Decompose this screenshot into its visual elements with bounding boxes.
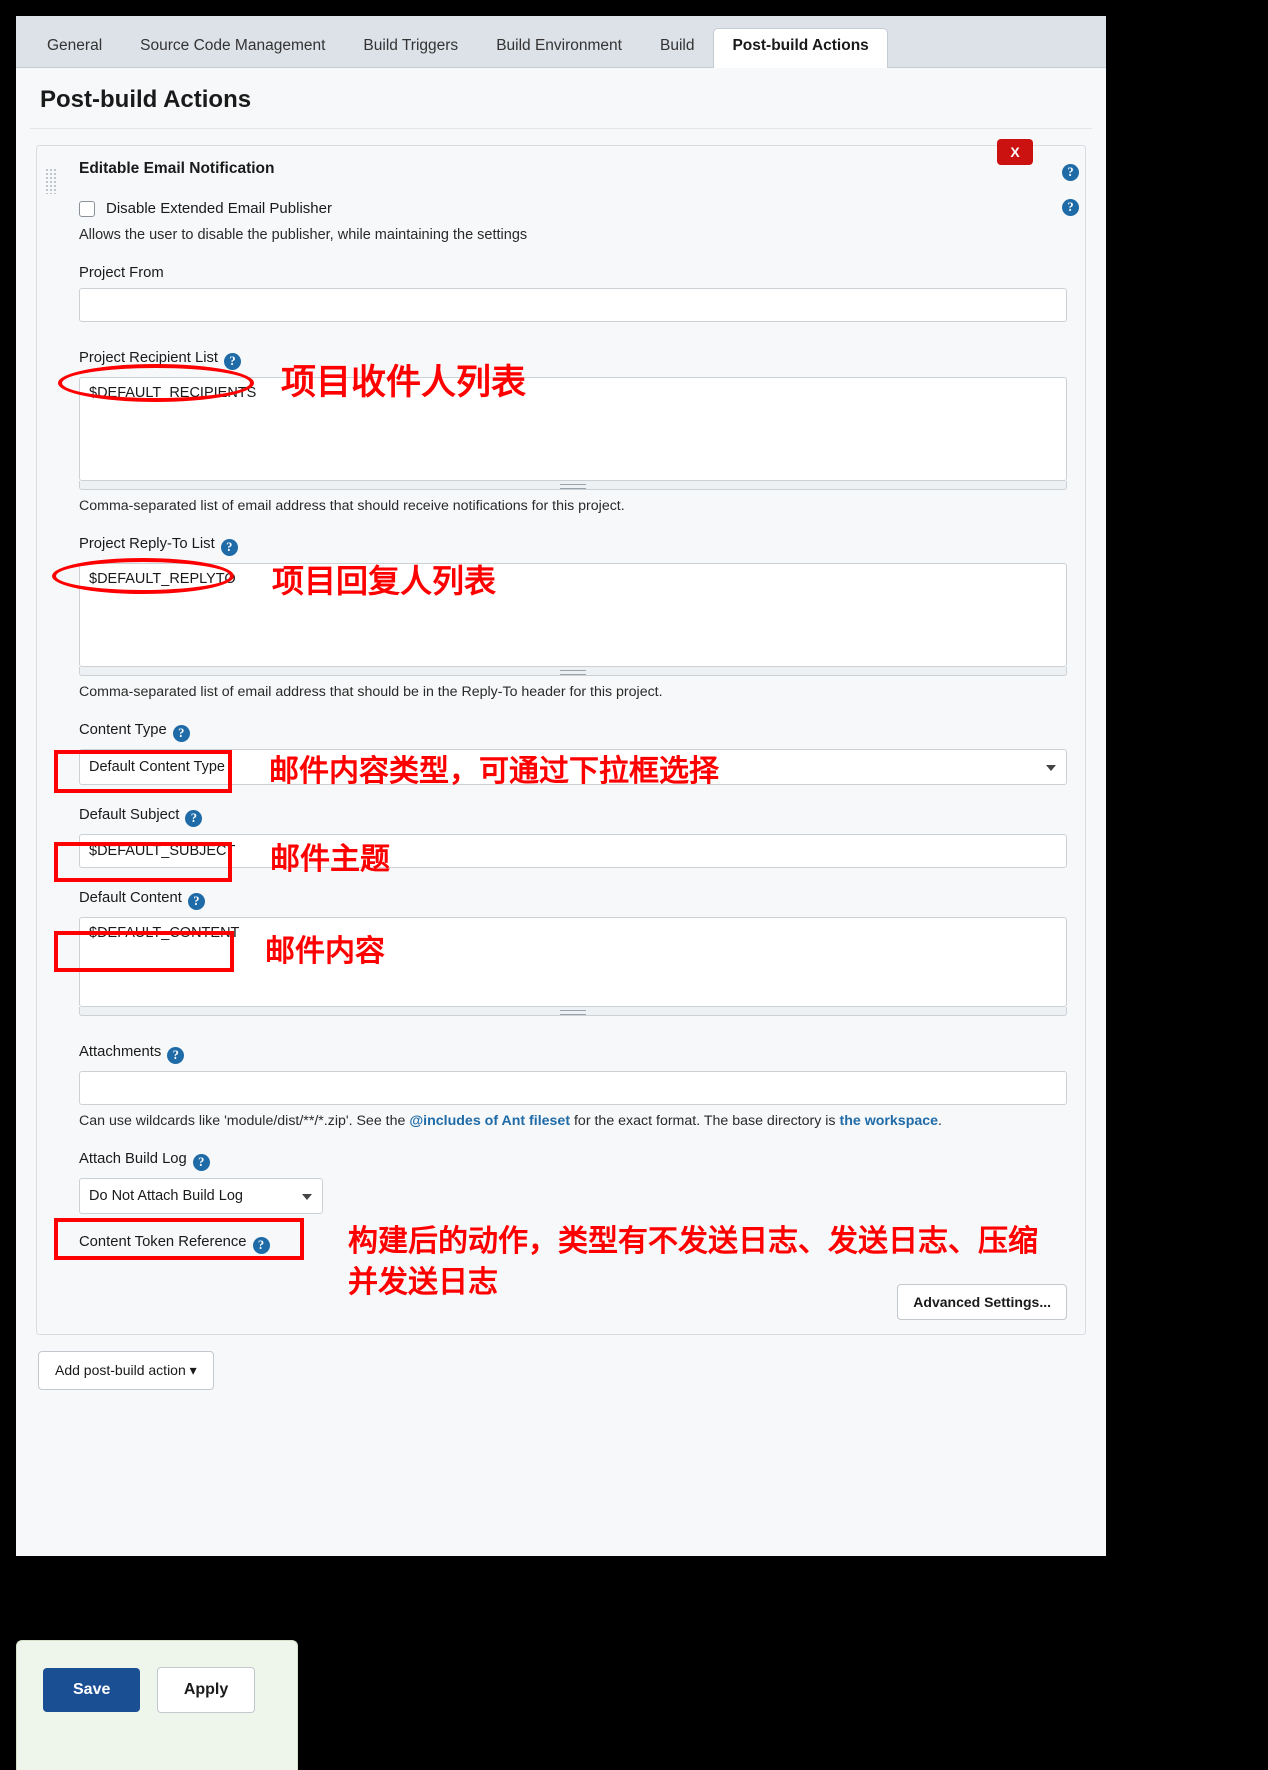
save-button[interactable]: Save [43, 1668, 141, 1712]
disable-extended-email-publisher-row[interactable]: Disable Extended Email Publisher [79, 200, 1067, 217]
attach-build-log-select-wrap: Do Not Attach Build Log [79, 1178, 323, 1214]
content-type-label-text: Content Type [79, 722, 167, 738]
default-subject-help-icon[interactable]: ? [185, 810, 203, 827]
project-reply-to-list-textarea[interactable]: $DEFAULT_REPLYTO [79, 563, 1067, 667]
default-content-help-icon[interactable]: ? [187, 893, 205, 910]
project-from-label: Project From [79, 265, 164, 281]
default-content-resize-handle[interactable] [79, 1007, 1067, 1016]
form-footer: Save Apply [16, 1640, 298, 1770]
project-reply-to-list-field: Project Reply-To List? $DEFAULT_REPLYTO [79, 536, 1067, 676]
default-subject-field: Default Subject? [79, 807, 1067, 868]
editable-email-notification-block: X ? ? Editable Email Notification Disabl… [36, 139, 1086, 1335]
block-help-icon[interactable]: ? [1062, 164, 1079, 181]
project-from-input[interactable] [79, 288, 1067, 322]
content-type-select-wrap: Default Content Type [79, 749, 1067, 785]
project-recipient-list-label-text: Project Recipient List [79, 350, 218, 366]
attach-build-log-label: Attach Build Log? [79, 1151, 1067, 1171]
workspace-link[interactable]: the workspace [839, 1113, 938, 1129]
default-content-label-text: Default Content [79, 890, 182, 906]
drag-handle-icon[interactable] [45, 168, 56, 194]
apply-button[interactable]: Apply [156, 1667, 256, 1713]
tab-build-environment[interactable]: Build Environment [477, 28, 641, 67]
attachments-hint-part2: for the exact format. The base directory… [570, 1113, 840, 1129]
recipient-list-resize-handle[interactable] [79, 481, 1067, 490]
project-recipient-list-hint: Comma-separated list of email address th… [79, 498, 625, 514]
default-content-label: Default Content? [79, 890, 1067, 910]
content-type-field: Content Type? Default Content Type [79, 722, 1067, 785]
project-recipient-list-textarea[interactable]: $DEFAULT_RECIPIENTS [79, 377, 1067, 481]
content-token-reference-field: Content Token Reference? [79, 1234, 1067, 1254]
attachments-hint-part1: Can use wildcards like 'module/dist/**/*… [79, 1113, 410, 1129]
default-subject-input[interactable] [79, 834, 1067, 868]
ant-fileset-link[interactable]: @includes of Ant fileset [409, 1113, 570, 1129]
project-recipient-list-help-icon[interactable]: ? [224, 353, 241, 370]
screenshot-root: General Source Code Management Build Tri… [0, 0, 1268, 1770]
disable-publisher-note: Allows the user to disable the publisher… [79, 227, 528, 243]
disable-extended-email-publisher-checkbox[interactable] [79, 200, 95, 217]
tab-post-build-actions[interactable]: Post-build Actions [713, 28, 888, 68]
default-content-field: Default Content? $DEFAULT_CONTENT [79, 890, 1067, 1016]
disable-extended-email-publisher-label: Disable Extended Email Publisher [106, 200, 332, 217]
add-post-build-action-button[interactable]: Add post-build action ▾ [38, 1351, 214, 1390]
jenkins-config-page: General Source Code Management Build Tri… [16, 16, 1106, 1556]
tab-source-code-management[interactable]: Source Code Management [121, 28, 344, 67]
reply-to-list-resize-handle[interactable] [79, 667, 1067, 676]
attach-build-log-field: Attach Build Log? Do Not Attach Build Lo… [79, 1151, 1067, 1214]
page-title: Post-build Actions [30, 68, 1092, 129]
remove-block-button[interactable]: X [997, 139, 1033, 165]
advanced-settings-button[interactable]: Advanced Settings... [897, 1284, 1067, 1320]
content-token-reference-help-icon[interactable]: ? [252, 1237, 270, 1254]
tab-build[interactable]: Build [641, 28, 713, 67]
config-tabbar: General Source Code Management Build Tri… [16, 16, 1106, 68]
attachments-label-text: Attachments [79, 1044, 162, 1060]
attachments-label: Attachments? [79, 1044, 1067, 1064]
content-type-label: Content Type? [79, 722, 1067, 742]
default-subject-label-text: Default Subject [79, 807, 180, 823]
project-reply-to-list-label: Project Reply-To List? [79, 536, 1067, 556]
project-from-field: Project From [79, 265, 1067, 322]
project-recipient-list-field: Project Recipient List? $DEFAULT_RECIPIE… [79, 350, 1067, 490]
add-post-build-action-label: Add post-build action [55, 1362, 186, 1378]
page-body: Post-build Actions X ? ? Editable Email … [16, 68, 1106, 1556]
project-reply-to-list-help-icon[interactable]: ? [220, 539, 238, 556]
attachments-hint: Can use wildcards like 'module/dist/**/*… [79, 1113, 1067, 1129]
disable-publisher-help-icon[interactable]: ? [1062, 199, 1079, 216]
content-type-select[interactable]: Default Content Type [79, 749, 1067, 785]
attachments-help-icon[interactable]: ? [167, 1047, 185, 1064]
attachments-input[interactable] [79, 1071, 1067, 1105]
attach-build-log-select[interactable]: Do Not Attach Build Log [79, 1178, 323, 1214]
block-title: Editable Email Notification [79, 160, 275, 177]
tab-general[interactable]: General [28, 28, 121, 67]
content-token-reference-label: Content Token Reference? [79, 1234, 1067, 1254]
attachments-field: Attachments? [79, 1044, 1067, 1105]
default-subject-label: Default Subject? [79, 807, 1067, 827]
project-reply-to-list-hint: Comma-separated list of email address th… [79, 684, 663, 700]
content-type-help-icon[interactable]: ? [172, 725, 190, 742]
attach-build-log-label-text: Attach Build Log [79, 1151, 187, 1167]
attach-build-log-help-icon[interactable]: ? [192, 1154, 210, 1171]
project-recipient-list-label: Project Recipient List? [79, 350, 1067, 370]
content-token-reference-label-text: Content Token Reference [79, 1234, 247, 1250]
project-reply-to-list-label-text: Project Reply-To List [79, 536, 215, 552]
attachments-hint-part3: . [938, 1113, 942, 1129]
tab-build-triggers[interactable]: Build Triggers [344, 28, 477, 67]
default-content-textarea[interactable]: $DEFAULT_CONTENT [79, 917, 1067, 1007]
